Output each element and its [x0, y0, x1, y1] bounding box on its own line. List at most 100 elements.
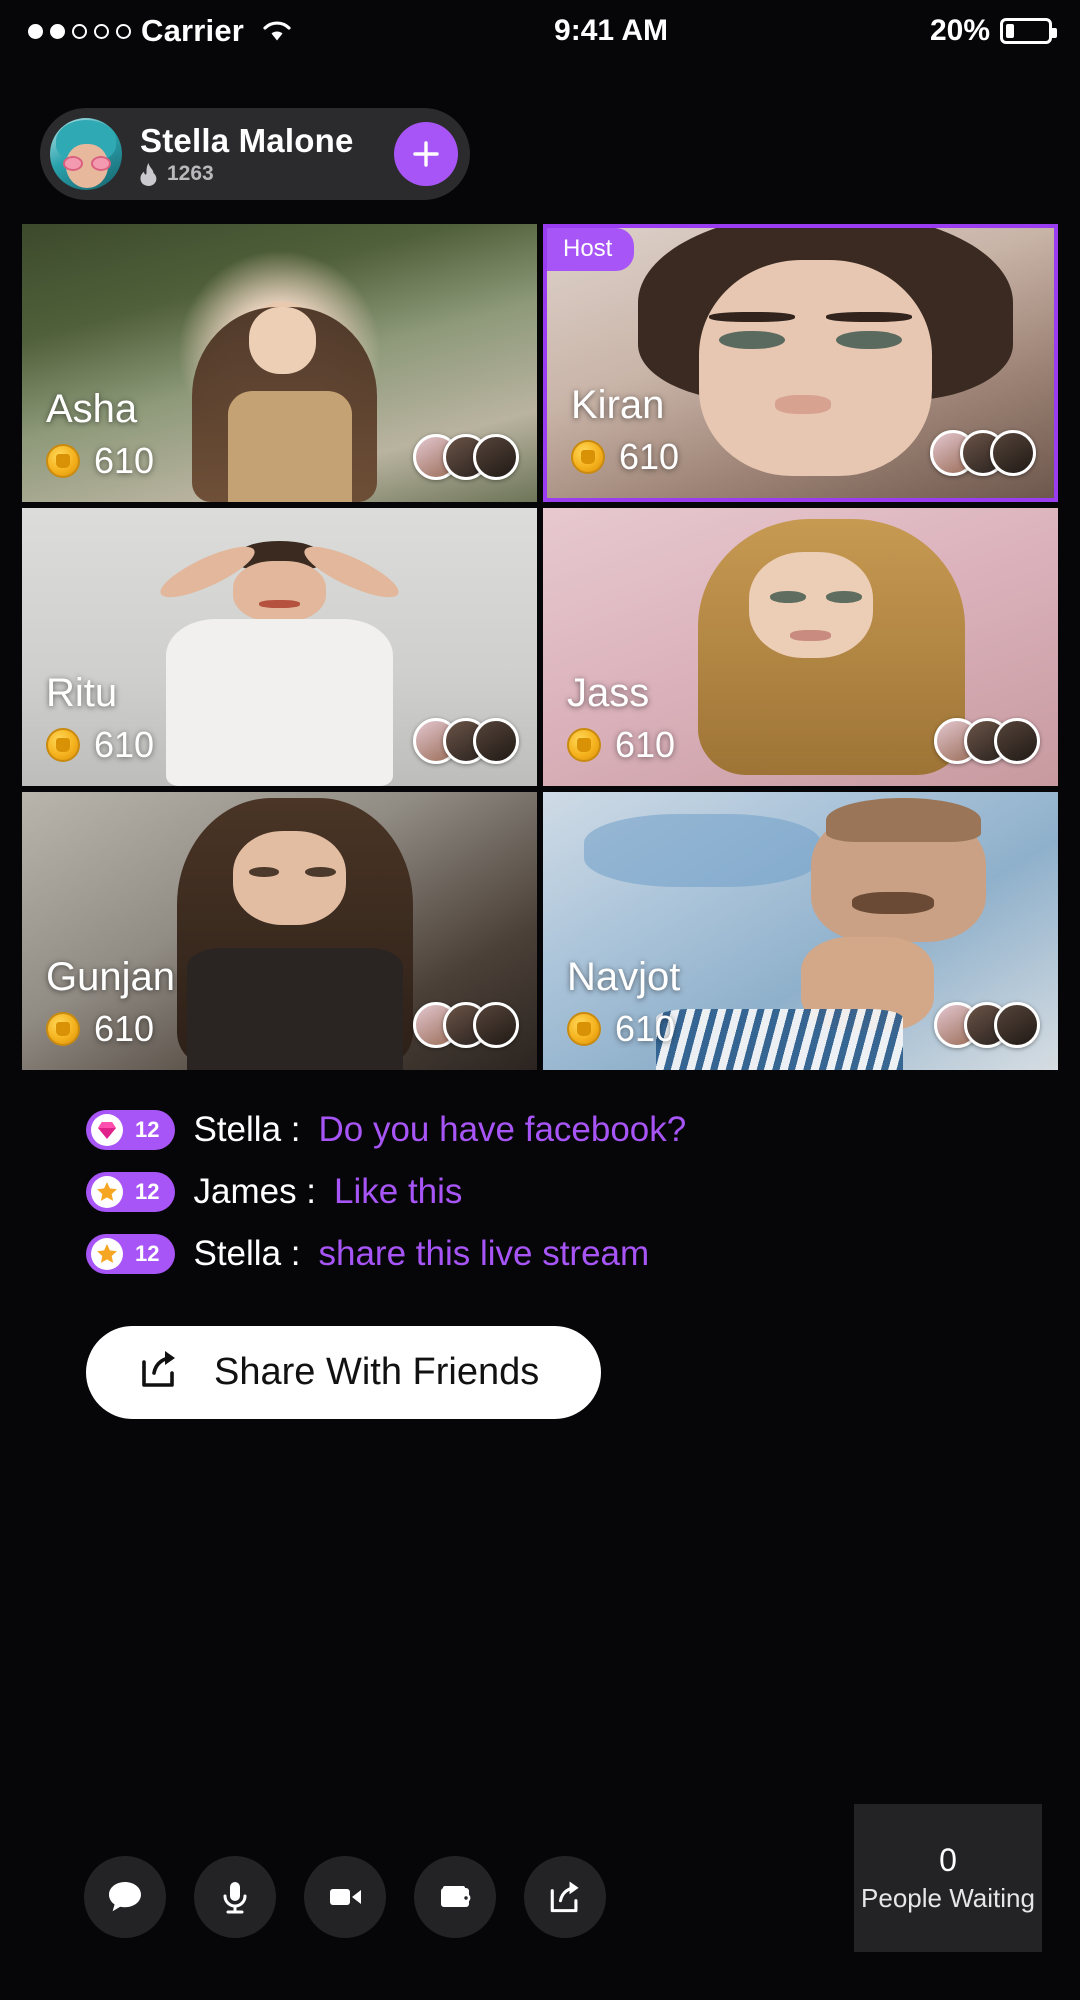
avatar [473, 718, 519, 764]
bottom-bar: 0 People Waiting [0, 1780, 1080, 2000]
level-badge: 12 [86, 1110, 176, 1150]
participant-name: Ritu [46, 671, 118, 715]
host-badge: Host [547, 228, 635, 271]
coin-value: 610 [615, 724, 676, 765]
chat-message: 12 Stella : share this live stream [86, 1234, 1080, 1274]
viewer-avatars[interactable] [934, 1002, 1040, 1048]
avatar [990, 430, 1036, 476]
chat-feed: 12 Stella : Do you have facebook? 12 Jam… [86, 1110, 1080, 1274]
participant-info: Jass 610 [567, 670, 675, 766]
participant-card[interactable]: Gunjan 610 [22, 792, 537, 1070]
avatar [994, 1002, 1040, 1048]
diamond-icon [91, 1114, 123, 1146]
video-camera-icon [330, 1889, 361, 1905]
share-button-label: Share With Friends [214, 1351, 540, 1393]
participant-card[interactable]: Asha 610 [22, 224, 537, 502]
participant-card[interactable]: Jass 610 [543, 508, 1058, 786]
status-bar-left: Carrier [28, 13, 292, 49]
participant-card[interactable]: Ritu 610 [22, 508, 537, 786]
badge-count: 12 [135, 1179, 160, 1204]
viewer-avatars[interactable] [413, 718, 519, 764]
participant-name: Navjot [567, 955, 681, 999]
badge-count: 12 [135, 1241, 160, 1266]
participant-coins: 610 [567, 724, 675, 766]
wallet-icon [441, 1886, 471, 1907]
wallet-button[interactable] [414, 1856, 496, 1938]
status-bar: Carrier 9:41 AM 20% [0, 0, 1080, 62]
chat-bubble-icon [109, 1882, 141, 1912]
chat-button[interactable] [84, 1856, 166, 1938]
level-badge: 12 [86, 1172, 176, 1212]
participant-info: Gunjan 610 [46, 954, 175, 1050]
coin-icon [567, 1012, 601, 1046]
star-icon [91, 1238, 123, 1270]
coin-value: 610 [94, 440, 155, 481]
chat-text: Do you have facebook? [318, 1110, 687, 1149]
star-icon [91, 1176, 123, 1208]
waiting-label: People Waiting [861, 1883, 1035, 1913]
people-waiting-panel[interactable]: 0 People Waiting [854, 1804, 1042, 1952]
plus-icon [413, 141, 439, 167]
avatar [473, 1002, 519, 1048]
clock-label: 9:41 AM [554, 14, 668, 47]
viewer-avatars[interactable] [413, 434, 519, 480]
coin-icon [567, 728, 601, 762]
avatar [994, 718, 1040, 764]
chat-message: 12 James : Like this [86, 1172, 1080, 1212]
participant-card-host[interactable]: Host Kiran 610 [543, 224, 1058, 502]
signal-strength-icon [28, 23, 131, 39]
wifi-icon [262, 19, 292, 43]
participant-coins: 610 [46, 724, 154, 766]
host-score-value: 1263 [167, 162, 214, 185]
toolbar [84, 1856, 606, 1938]
participant-coins: 610 [46, 1008, 175, 1050]
coin-icon [46, 444, 80, 478]
chat-text: share this live stream [318, 1234, 650, 1273]
share-icon [138, 1348, 182, 1397]
video-button[interactable] [304, 1856, 386, 1938]
status-bar-right: 20% [929, 14, 1057, 48]
coin-icon [46, 1012, 80, 1046]
participant-coins: 610 [571, 436, 679, 478]
microphone-button[interactable] [194, 1856, 276, 1938]
participant-info: Asha 610 [46, 386, 154, 482]
participant-name: Jass [567, 671, 650, 715]
flame-icon [140, 162, 157, 186]
avatar [473, 434, 519, 480]
battery-icon [1000, 18, 1057, 44]
chat-user: Stella : [193, 1110, 301, 1149]
share-button[interactable] [524, 1856, 606, 1938]
chat-text: Like this [334, 1172, 463, 1211]
participant-coins: 610 [46, 440, 154, 482]
viewer-avatars[interactable] [934, 718, 1040, 764]
host-meta: Stella Malone 1263 [140, 122, 370, 186]
coin-value: 610 [619, 436, 680, 477]
avatar[interactable] [50, 118, 122, 190]
participant-grid: Asha 610 Host Kiran 610 Ritu 610 Jass 61… [22, 224, 1058, 1070]
participant-name: Gunjan [46, 955, 175, 999]
coin-value: 610 [94, 724, 155, 765]
share-icon [550, 1881, 579, 1913]
host-name: Stella Malone [140, 122, 354, 159]
level-badge: 12 [86, 1234, 176, 1274]
carrier-label: Carrier [141, 13, 245, 48]
battery-percent-label: 20% [929, 14, 990, 47]
coin-value: 610 [94, 1008, 155, 1049]
share-with-friends-button[interactable]: Share With Friends [86, 1326, 602, 1419]
badge-count: 12 [135, 1117, 160, 1142]
add-button[interactable] [394, 122, 458, 186]
participant-info: Kiran 610 [571, 382, 679, 478]
host-score: 1263 [140, 162, 370, 186]
coin-value: 610 [615, 1008, 676, 1049]
host-pill[interactable]: Stella Malone 1263 [40, 108, 470, 200]
participant-info: Navjot 610 [567, 954, 680, 1050]
viewer-avatars[interactable] [413, 1002, 519, 1048]
share-section: Share With Friends [0, 1326, 1080, 1419]
live-stream-screen: Carrier 9:41 AM 20% Stella Malone 1263 A… [0, 0, 1080, 2000]
participant-card[interactable]: Navjot 610 [543, 792, 1058, 1070]
participant-name: Kiran [571, 383, 665, 427]
host-header: Stella Malone 1263 [0, 62, 1080, 200]
participant-name: Asha [46, 387, 138, 431]
viewer-avatars[interactable] [930, 430, 1036, 476]
participant-info: Ritu 610 [46, 670, 154, 766]
